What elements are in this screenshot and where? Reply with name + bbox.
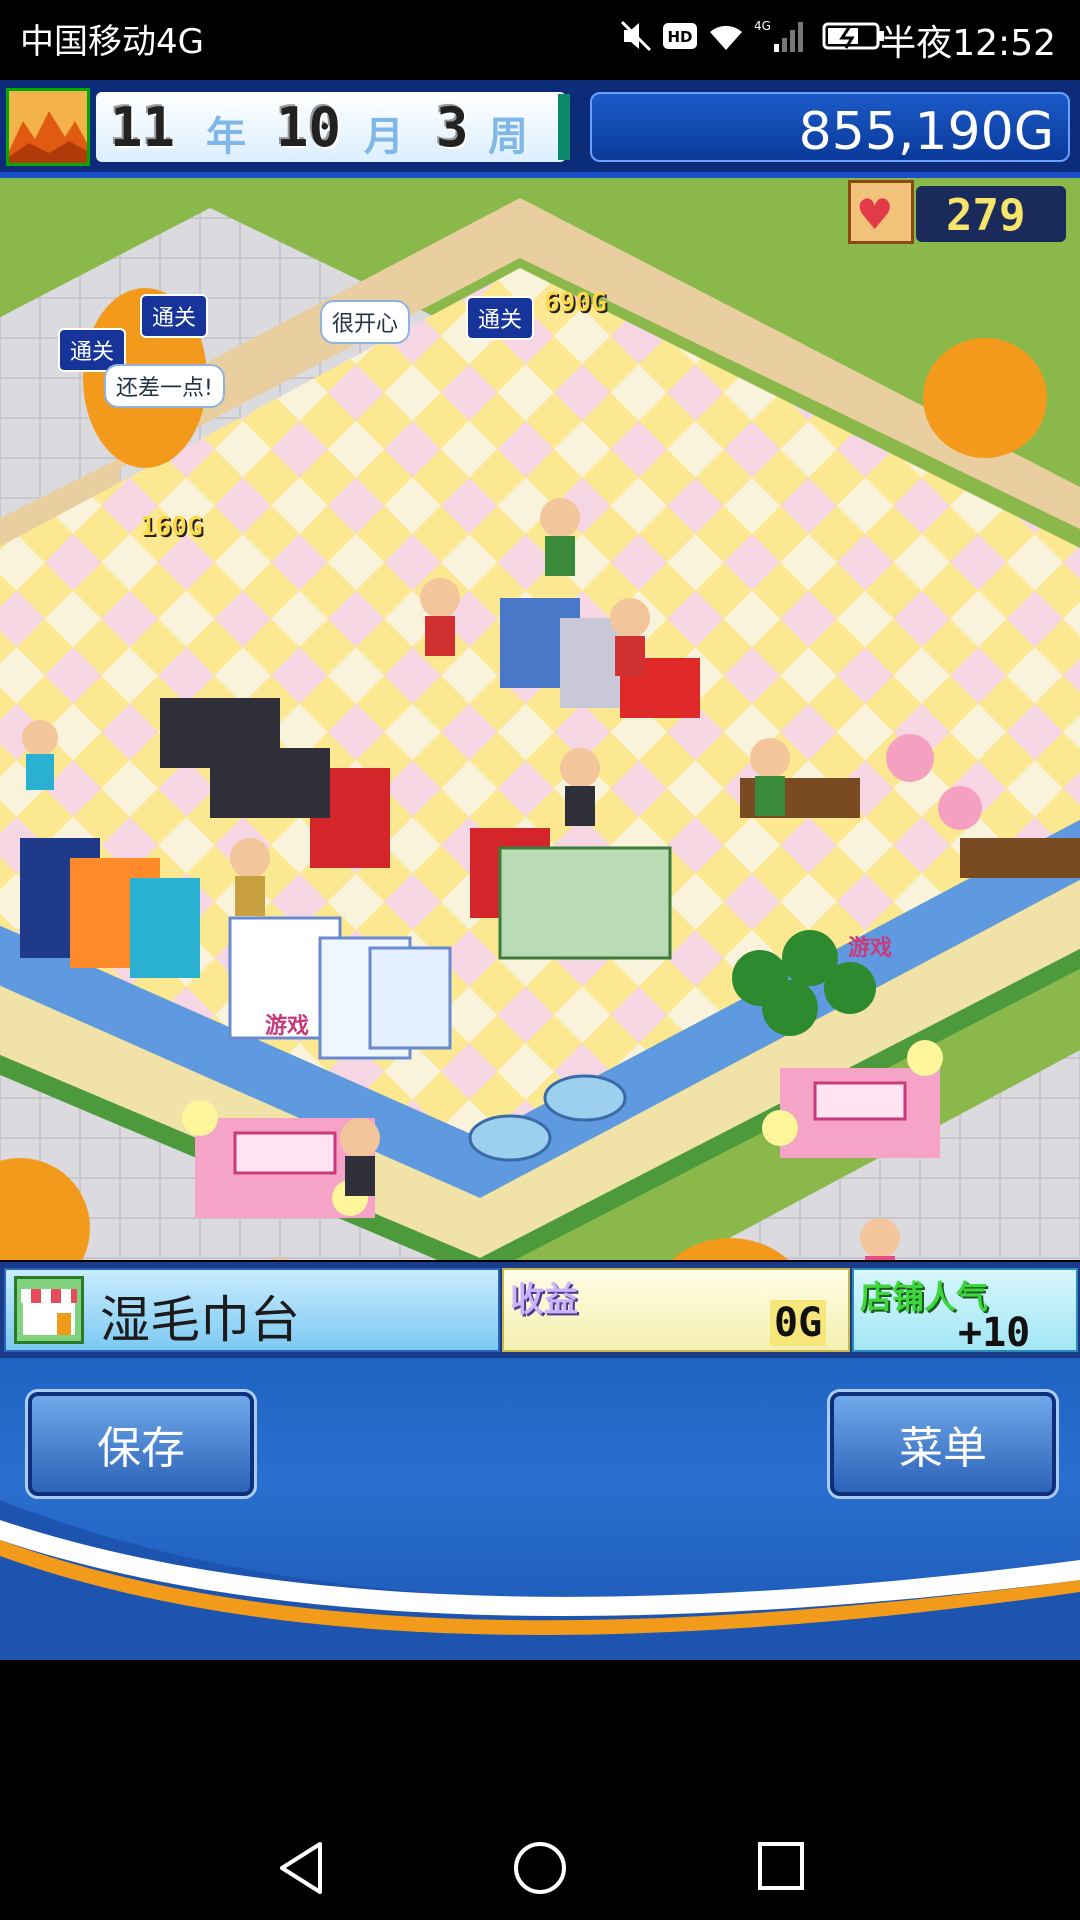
gate-sign: 游戏 [848,936,893,961]
shop-popularity-value: +10 [958,1310,1031,1356]
wifi-icon [710,25,742,50]
coin-earned: 690G [544,288,607,318]
autumn-season-icon [6,88,90,166]
clear-bubble: 通关 [466,296,535,340]
popularity-value: 279 [946,190,1026,241]
month-unit: 月 [364,114,404,160]
week-progress-indicator [558,94,570,160]
week-unit: 周 [488,114,528,160]
menu-button[interactable]: 菜单 [827,1389,1059,1499]
store-floor [0,178,1080,1260]
battery-charging-icon [822,22,884,50]
clear-bubble: 通关 [140,294,209,338]
year-value: 11 [110,96,176,159]
clock: 半夜12:52 [880,23,1056,64]
year-unit: 年 [206,114,246,160]
svg-text:HD: HD [667,28,692,46]
decorative-swoosh [0,1500,1080,1660]
money-value: 855,190G [798,102,1054,162]
date-panel: 11 年 10 月 3 周 [96,92,566,162]
month-value: 10 [276,96,342,159]
heart-icon: ♥ [856,190,894,239]
week-value: 3 [436,96,469,159]
money-panel: 855,190G [590,92,1070,162]
status-bar: 中国移动4G HD 4G 半夜12:52 [0,0,1080,74]
hd-icon: HD [663,23,697,49]
revenue-label: 收益 [510,1280,578,1320]
signal-4g-icon: 4G [754,19,803,52]
back-icon[interactable] [276,1840,328,1896]
facility-name: 湿毛巾台 [100,1291,300,1349]
recents-icon[interactable] [756,1840,806,1892]
happy-bubble: 很开心 [320,300,411,344]
shop-icon [14,1276,84,1344]
save-button[interactable]: 保存 [25,1389,257,1499]
gate-sign: 游戏 [265,1014,310,1039]
svg-text:4G: 4G [754,19,771,33]
home-icon[interactable] [512,1840,568,1896]
mute-icon [620,20,652,52]
carrier-label: 中国移动4G [20,22,204,62]
game-field[interactable]: 通关 通关 通关 很开心 还差一点! 690G 160G 游戏 游戏 [0,178,1080,1260]
coin-earned: 160G [140,512,203,542]
almost-bubble: 还差一点! [104,364,225,408]
revenue-value: 0G [770,1300,827,1346]
